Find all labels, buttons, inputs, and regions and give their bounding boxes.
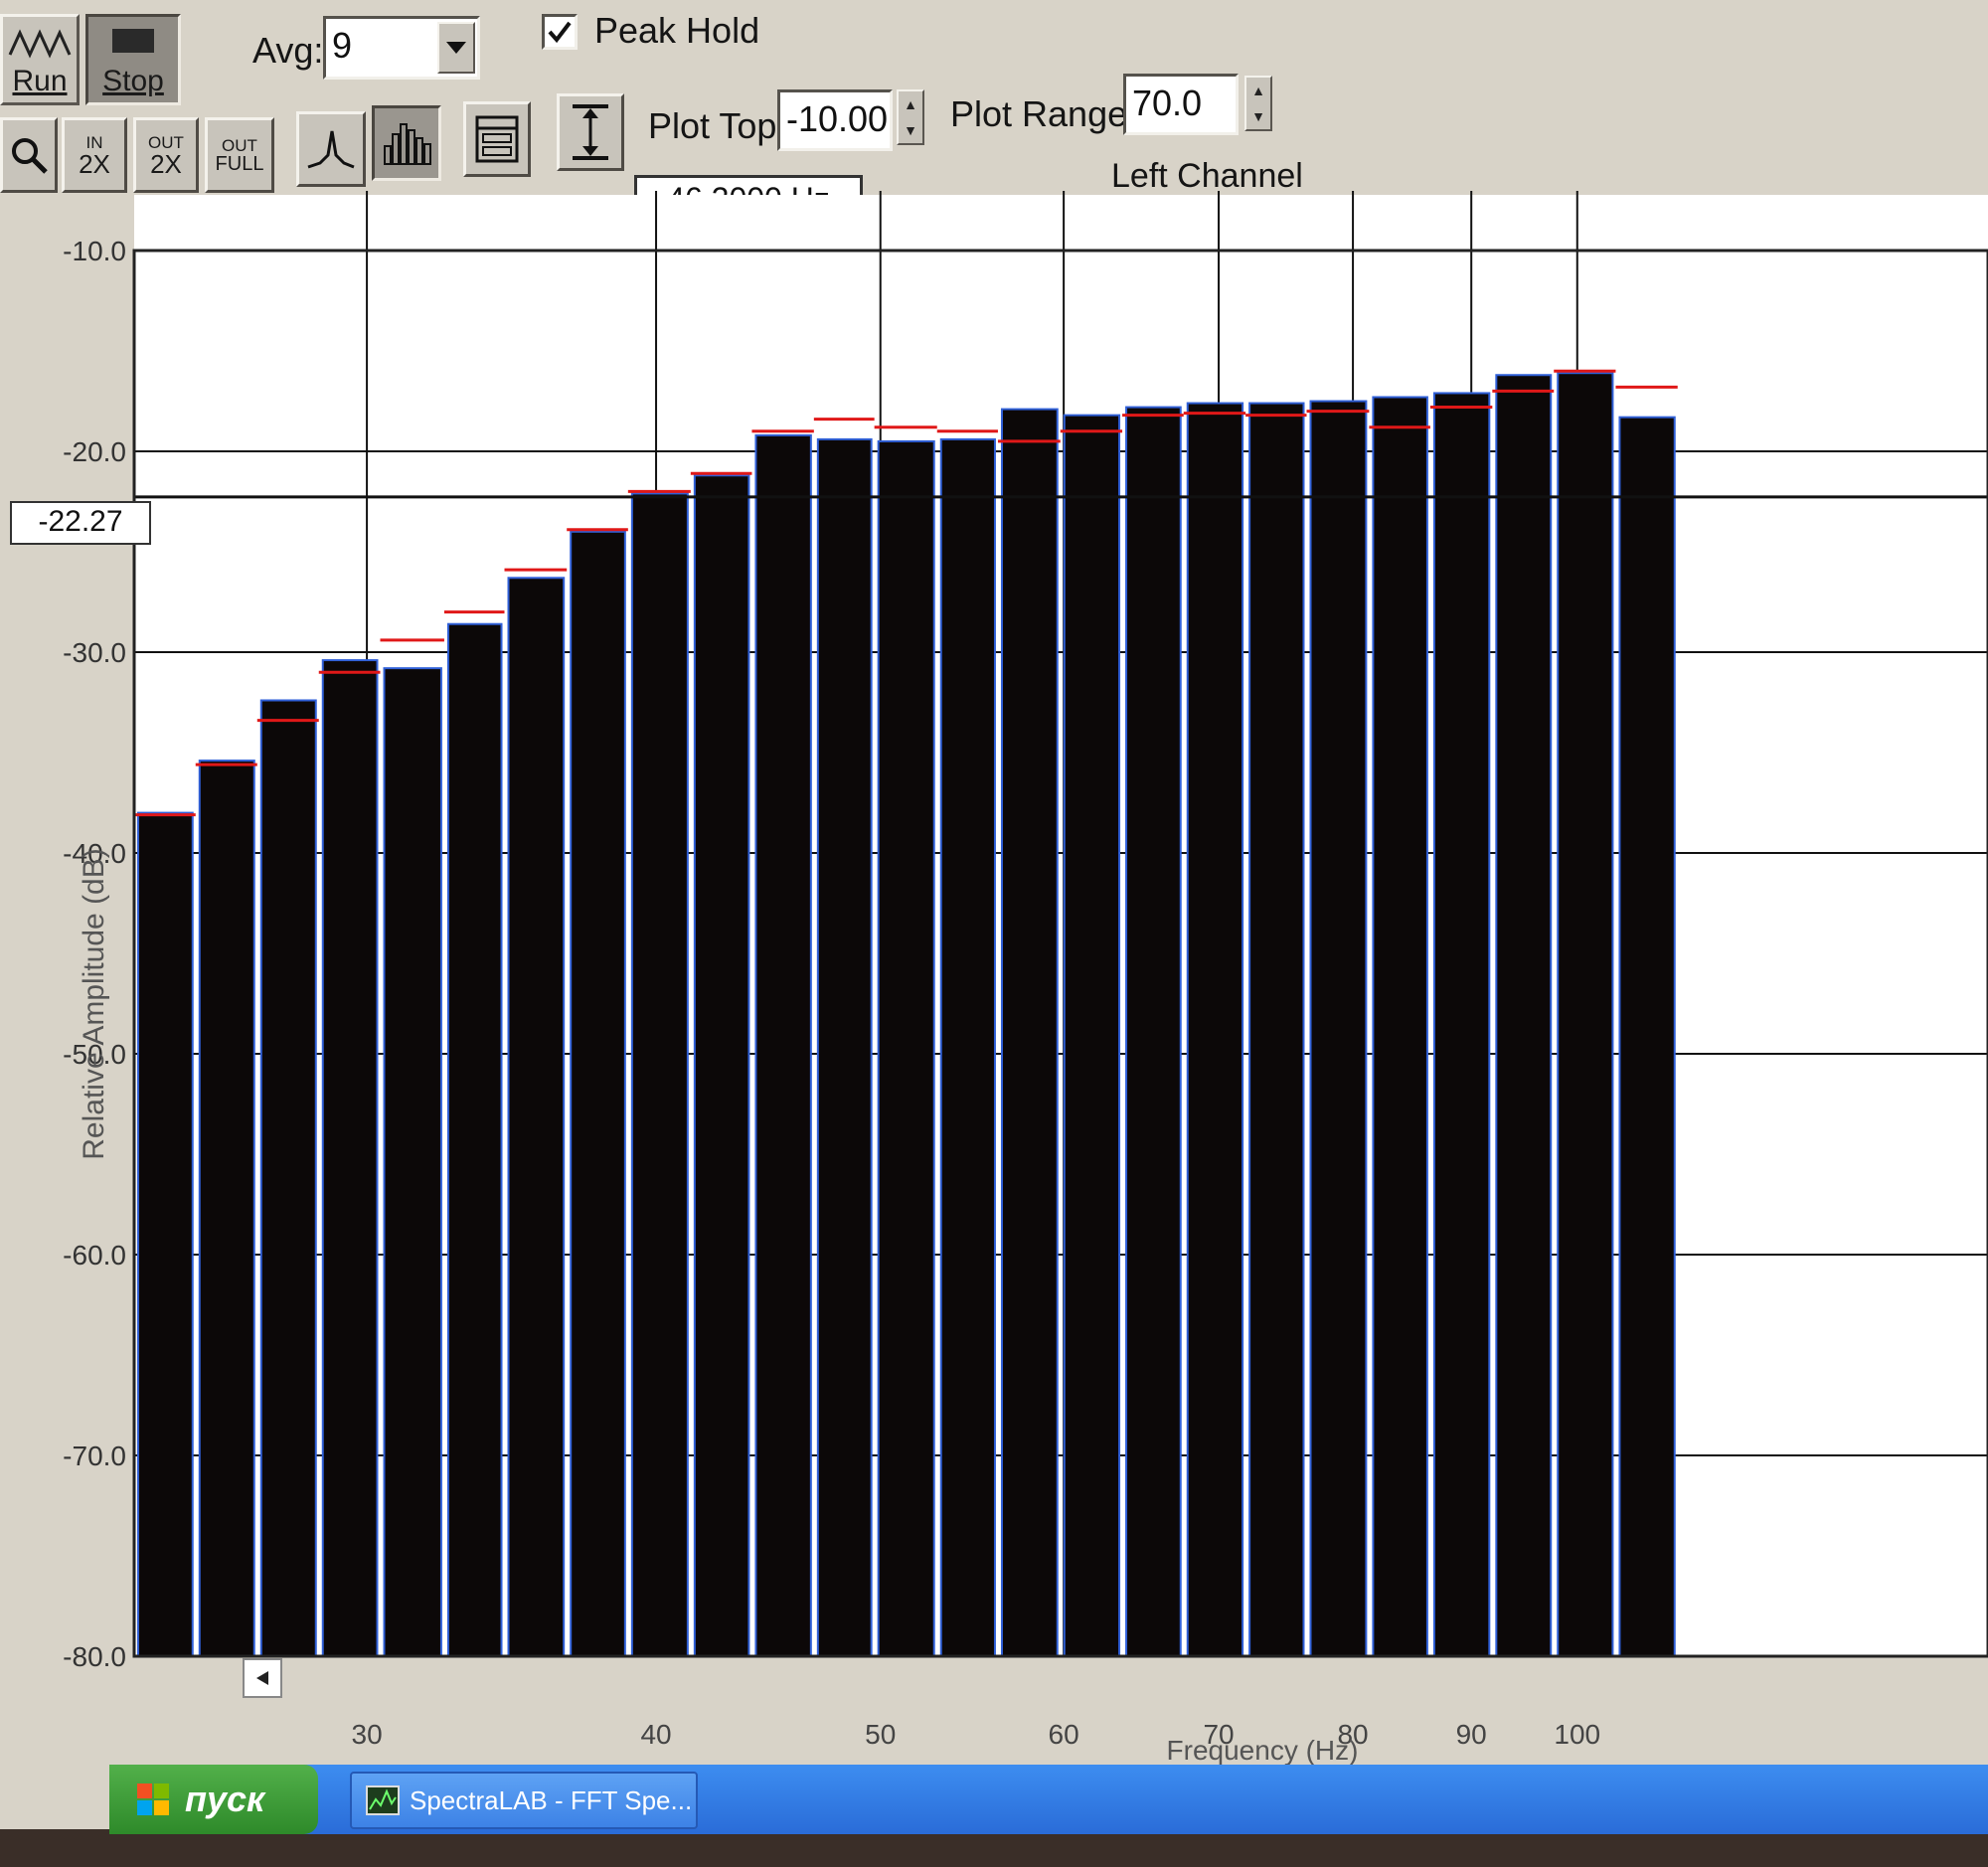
scroll-left-button[interactable] [243, 1658, 282, 1698]
spectrum-bar [1618, 416, 1676, 1657]
spectrum-bar [939, 437, 996, 1657]
spectrum-bar [198, 760, 255, 1657]
x-tick-label: 90 [1456, 1719, 1487, 1750]
y-tick-label: -10.0 [63, 236, 126, 266]
spectralab-app-icon [366, 1785, 400, 1815]
start-button[interactable]: пуск [109, 1765, 318, 1834]
spectrum-bar [507, 577, 566, 1657]
spectrum-bar [446, 622, 503, 1657]
x-tick-label: 60 [1049, 1719, 1079, 1750]
spectrum-bar [1125, 406, 1182, 1657]
screen: Run Stop Avg: 9 Peak Hold IN 2X OUT 2X O… [0, 0, 1988, 1829]
spectrum-bar [1557, 372, 1614, 1658]
y-tick-label: -80.0 [63, 1641, 126, 1672]
spectrum-bar [1248, 402, 1305, 1657]
spectrum-bar [1000, 408, 1059, 1658]
y-axis-label: Relative Amplitude (dB) [78, 848, 110, 1159]
spectrum-bar [816, 437, 873, 1657]
y-tick-label: -60.0 [63, 1240, 126, 1271]
spectrum-bar [1495, 374, 1553, 1657]
x-tick-label: 50 [865, 1719, 896, 1750]
x-tick-label: 100 [1554, 1719, 1600, 1750]
spectrum-bar [1063, 414, 1121, 1657]
spectrum-bar [754, 433, 812, 1658]
x-axis-label: Frequency (Hz) [1167, 1735, 1359, 1766]
y-tick-label: -30.0 [63, 637, 126, 668]
taskbar-item-label: SpectraLAB - FFT Spe... [410, 1784, 693, 1815]
spectrum-bar [136, 811, 194, 1657]
start-label: пуск [185, 1779, 265, 1819]
spectrum-bar [570, 530, 626, 1657]
y-tick-label: -20.0 [63, 436, 126, 467]
spectrum-chart: -10.0-20.0-30.0-40.0-50.0-60.0-70.0-80.0… [63, 191, 1988, 1766]
spectrum-bar [630, 492, 689, 1657]
spectrum-bar [321, 659, 379, 1657]
spectrum-bar [1432, 392, 1491, 1657]
spectrum-bar [259, 699, 317, 1657]
cursor-amplitude-readout: -22.27 [10, 501, 151, 545]
x-tick-label: 40 [640, 1719, 671, 1750]
spectrum-bar [1186, 402, 1244, 1657]
x-tick-label: 30 [352, 1719, 383, 1750]
spectrum-bar [1309, 400, 1368, 1657]
taskbar-item-spectralab[interactable]: SpectraLAB - FFT Spe... [350, 1772, 698, 1829]
y-tick-label: -70.0 [63, 1441, 126, 1471]
spectrum-bar [693, 474, 750, 1657]
chevron-left-icon [256, 1671, 268, 1685]
windows-logo-icon [137, 1783, 169, 1815]
spectrum-bar [383, 667, 442, 1657]
spectrum-bar [877, 439, 935, 1657]
spectrum-bar [1372, 396, 1428, 1658]
